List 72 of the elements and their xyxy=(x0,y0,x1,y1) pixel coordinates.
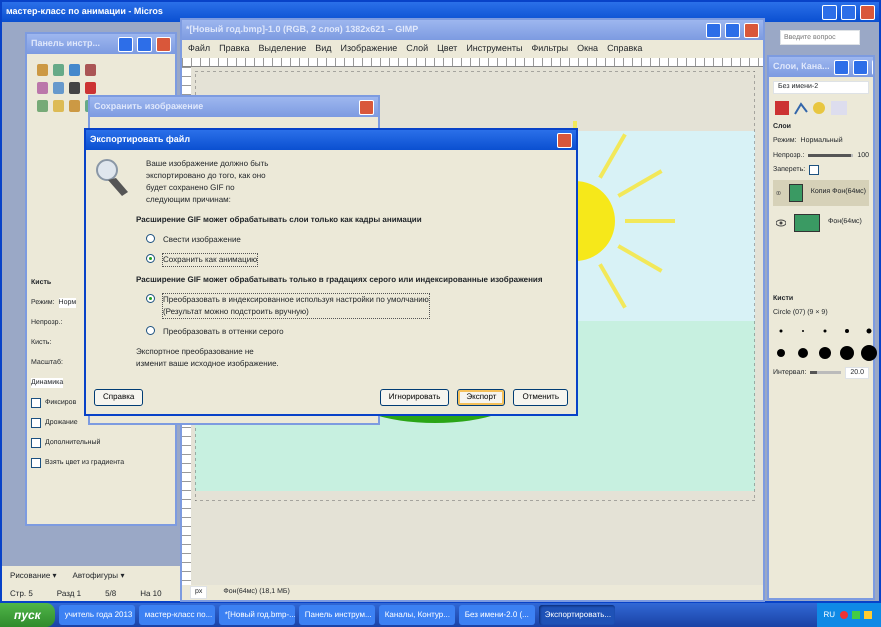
status-text: На 10 xyxy=(140,588,162,600)
menu-item[interactable]: Изображение xyxy=(340,42,398,56)
window-title: Панель инстр... xyxy=(31,37,102,50)
radio-label[interactable]: Сохранить как анимацию xyxy=(163,254,258,266)
eye-icon xyxy=(776,188,781,196)
eye-icon xyxy=(776,218,786,226)
tray-icons xyxy=(839,608,875,622)
layer-thumbnail xyxy=(794,214,820,232)
radio-label[interactable]: Преобразовать в оттенки серого xyxy=(163,326,284,338)
menu-item[interactable]: Вид xyxy=(315,42,332,56)
status-text: Разд 1 xyxy=(56,588,82,600)
dialog-button[interactable]: Экспорт xyxy=(457,389,506,406)
minimize-button[interactable] xyxy=(834,60,849,74)
help-button[interactable]: Справка xyxy=(94,389,144,406)
taskbar-item[interactable]: мастер-класс по... xyxy=(138,605,215,625)
minimize-button[interactable] xyxy=(706,22,721,38)
maximize-button[interactable] xyxy=(841,4,856,20)
maximize-button[interactable] xyxy=(725,22,740,38)
dialog-button[interactable]: Отменить xyxy=(513,389,568,406)
menu-item[interactable]: Файл xyxy=(188,42,210,56)
lock-checkbox[interactable] xyxy=(809,165,820,176)
magnifier-icon xyxy=(94,158,130,198)
close-button[interactable] xyxy=(359,100,374,114)
maximize-button[interactable] xyxy=(852,60,868,74)
taskbar-item[interactable]: Панель инструм... xyxy=(298,605,375,625)
taskbar-item[interactable]: Каналы, Контур... xyxy=(378,605,455,625)
menu-item[interactable]: Фильтры xyxy=(531,42,568,56)
window-title: мастер-класс по анимации - Micros xyxy=(6,5,164,18)
taskbar-item[interactable]: учитель года 2013 xyxy=(58,605,135,625)
menu-item[interactable]: Инструменты xyxy=(466,42,522,56)
slider-track[interactable] xyxy=(810,371,842,374)
close-button[interactable] xyxy=(557,132,572,148)
radio-button[interactable] xyxy=(146,294,155,303)
menu-item[interactable]: Правка xyxy=(219,42,250,56)
radio-label[interactable]: Преобразовать в индексированное используя настройки по умолчанию (Результат можно подстроить вручную) xyxy=(163,294,429,318)
status-text: Стр. 5 xyxy=(10,588,33,600)
language-indicator[interactable]: RU xyxy=(823,609,835,621)
status-text: 5/8 xyxy=(105,588,116,600)
radio-button[interactable] xyxy=(146,326,155,335)
minimize-button[interactable] xyxy=(822,4,837,20)
close-button[interactable] xyxy=(156,36,171,52)
window-title: Экспортировать файл xyxy=(90,133,192,146)
menu-item[interactable]: Слой xyxy=(406,42,428,56)
menu-item[interactable]: Выделение xyxy=(258,42,306,56)
maximize-button[interactable] xyxy=(137,36,152,52)
layer-thumbnail xyxy=(788,184,803,202)
checkbox[interactable] xyxy=(31,398,41,408)
radio-button[interactable] xyxy=(146,254,155,263)
minimize-button[interactable] xyxy=(118,36,133,52)
menu-item[interactable]: Окна xyxy=(577,42,598,56)
intro-text: Ваше изображение должно быть экспортировано до того, как оно будет сохранено GIF по следующим причинам: xyxy=(146,158,270,206)
close-button[interactable] xyxy=(860,4,875,20)
taskbar-item[interactable]: *[Новый год.bmp-... xyxy=(218,605,295,625)
window-title: *[Новый год.bmp]-1.0 (RGB, 2 слоя) 1382x621 – GIMP xyxy=(186,23,420,36)
checkbox[interactable] xyxy=(31,438,41,448)
dialog-button[interactable]: Игнорировать xyxy=(380,389,450,406)
taskbar-item[interactable]: Без имени-2.0 (... xyxy=(458,605,535,625)
radio-button[interactable] xyxy=(146,234,155,243)
checkbox[interactable] xyxy=(31,458,41,468)
window-title: Слои, Кана... xyxy=(773,60,830,74)
menu-item[interactable]: Цвет xyxy=(437,42,458,56)
radio-label[interactable]: Свести изображение xyxy=(163,234,241,246)
menu-item[interactable]: Справка xyxy=(607,42,642,56)
close-button[interactable] xyxy=(744,22,759,38)
section-heading: Расширение GIF может обрабатывать только в градациях серого или индексированные изображения xyxy=(136,274,544,286)
toolbar-menu[interactable]: Рисование ▾ xyxy=(10,570,57,582)
toolbar-menu[interactable]: Автофигуры ▾ xyxy=(72,570,124,582)
footer-text: Экспортное преобразование не изменит ваше исходное изображение. xyxy=(135,346,280,370)
taskbar-item[interactable]: Экспортировать... xyxy=(538,605,615,625)
checkbox[interactable] xyxy=(31,418,41,428)
section-heading: Расширение GIF может обрабатывать слои только как кадры анимации xyxy=(136,214,423,226)
window-title: Сохранить изображение xyxy=(94,100,204,114)
